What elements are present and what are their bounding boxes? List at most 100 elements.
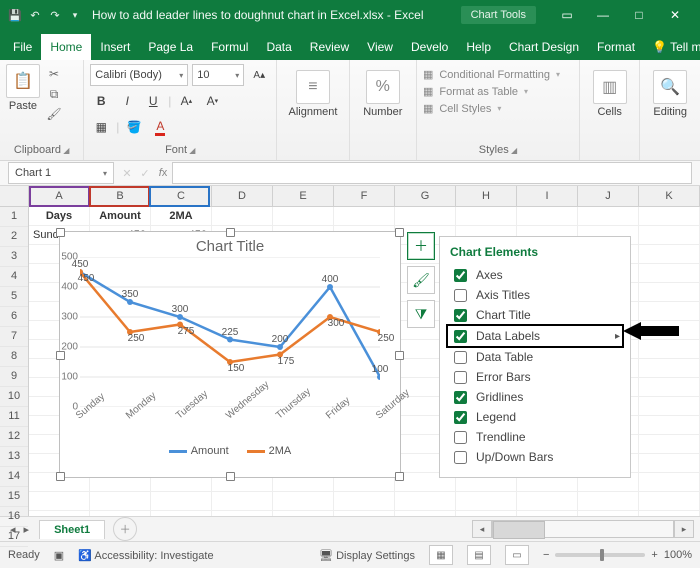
format-painter-icon[interactable]: 🖌 [46,106,62,122]
undo-icon[interactable]: ↶ [28,8,42,22]
chart-filters-button[interactable]: ⧩ [407,300,435,328]
row-header[interactable]: 11 [0,407,28,427]
row-header[interactable]: 16 [0,507,28,527]
chart-element-option[interactable]: Up/Down Bars [450,447,620,467]
chart-element-checkbox[interactable] [454,371,467,384]
column-header[interactable]: A [29,186,90,206]
chart-element-checkbox[interactable] [454,451,467,464]
zoom-control[interactable]: − + 100% [543,549,692,561]
alignment-icon[interactable]: ≡ [296,70,330,104]
chart-element-option[interactable]: Gridlines [450,387,620,407]
qat-more-icon[interactable]: ▾ [68,8,82,22]
row-header[interactable]: 5 [0,287,28,307]
zoom-in-icon[interactable]: + [651,549,657,561]
tab-formulas[interactable]: Formul [202,34,257,60]
tell-me[interactable]: 💡 Tell me [644,34,700,60]
cells-icon[interactable]: ▥ [593,70,627,104]
chart-element-checkbox[interactable] [454,431,467,444]
tab-insert[interactable]: Insert [91,34,139,60]
page-layout-view-icon[interactable]: ▤ [467,545,491,565]
scroll-right-icon[interactable]: ▸ [674,520,694,538]
resize-handle[interactable] [56,472,65,481]
chart-plot-area[interactable]: 0100200300400500 SundayMondayTuesdayWedn… [80,257,380,407]
normal-view-icon[interactable]: ▦ [429,545,453,565]
sheet-tab-sheet1[interactable]: Sheet1 [39,520,105,539]
column-header[interactable]: B [90,186,151,206]
row-header[interactable]: 2 [0,227,28,247]
row-header[interactable]: 9 [0,367,28,387]
row-header[interactable]: 14 [0,467,28,487]
row-header[interactable]: 6 [0,307,28,327]
chart-element-checkbox[interactable] [454,391,467,404]
tab-file[interactable]: File [4,34,41,60]
zoom-slider[interactable] [555,553,645,557]
row-header[interactable]: 12 [0,427,28,447]
tab-format[interactable]: Format [588,34,644,60]
conditional-formatting-button[interactable]: ▦Conditional Formatting▾ [423,68,573,81]
submenu-caret-icon[interactable]: ▸ [615,331,620,342]
redo-icon[interactable]: ↷ [48,8,62,22]
horizontal-scrollbar[interactable]: ◂ ▸ [472,520,700,538]
maximize-button[interactable]: □ [622,3,656,27]
chart-element-option[interactable]: Axis Titles [450,285,620,305]
scroll-left-icon[interactable]: ◂ [472,520,492,538]
tab-review[interactable]: Review [301,34,358,60]
accessibility-button[interactable]: ♿ Accessibility: Investigate [78,549,213,562]
italic-button[interactable]: I [116,90,138,112]
font-family-combo[interactable]: Calibri (Body)▾ [90,64,188,86]
zoom-out-icon[interactable]: − [543,549,549,561]
font-size-combo[interactable]: 10▾ [192,64,244,86]
resize-handle[interactable] [395,351,404,360]
tab-data[interactable]: Data [257,34,300,60]
copy-icon[interactable]: ⧉ [46,86,62,102]
column-header[interactable]: I [517,186,578,206]
minimize-button[interactable]: — [586,3,620,27]
paste-icon[interactable]: 📋 [6,64,40,98]
cancel-formula-icon[interactable]: ✕ [118,167,136,180]
enter-formula-icon[interactable]: ✓ [136,167,154,180]
row-header[interactable]: 3 [0,247,28,267]
chart-element-option[interactable]: Data Labels▸ [446,324,624,348]
resize-handle[interactable] [226,472,235,481]
group-font[interactable]: Font [90,142,270,158]
font-color-icon[interactable]: A [149,116,171,138]
select-all-triangle[interactable] [0,186,28,207]
increase-font-size-icon[interactable]: A▴ [175,90,197,112]
scroll-thumb[interactable] [493,521,545,539]
embedded-chart[interactable]: Chart Title 0100200300400500 SundayMonda… [59,231,401,478]
autosave-icon[interactable]: 💾 [8,8,22,22]
chart-elements-button[interactable]: ＋ [407,232,435,260]
cut-icon[interactable]: ✂ [46,66,62,82]
decrease-font-size-icon[interactable]: A▾ [201,90,223,112]
row-header[interactable]: 7 [0,327,28,347]
group-styles[interactable]: Styles [423,142,573,158]
chart-element-checkbox[interactable] [454,351,467,364]
format-as-table-button[interactable]: ▦Format as Table▾ [423,85,573,98]
editing-icon[interactable]: 🔍 [653,70,687,104]
column-header[interactable]: D [212,186,273,206]
underline-button[interactable]: U [142,90,164,112]
tab-developer[interactable]: Develo [402,34,457,60]
increase-font-icon[interactable]: A▴ [248,64,270,86]
tab-chart-design[interactable]: Chart Design [500,34,588,60]
row-header[interactable]: 13 [0,447,28,467]
borders-icon[interactable]: ▦ [90,116,112,138]
number-format-icon[interactable]: % [366,70,400,104]
ribbon-display-options-icon[interactable]: ▭ [550,3,584,27]
column-header[interactable]: H [456,186,517,206]
chart-element-checkbox[interactable] [454,330,467,343]
column-header[interactable]: F [334,186,395,206]
row-header[interactable]: 17 [0,527,28,547]
chart-element-option[interactable]: Chart Title [450,305,620,325]
chart-element-option[interactable]: Error Bars [450,367,620,387]
tab-home[interactable]: Home [41,34,91,60]
tab-view[interactable]: View [358,34,402,60]
zoom-level[interactable]: 100% [664,549,692,561]
column-header[interactable]: C [151,186,212,206]
tab-page-layout[interactable]: Page La [139,34,202,60]
bold-button[interactable]: B [90,90,112,112]
chart-legend[interactable]: Amount 2MA [60,445,400,457]
chart-styles-button[interactable]: 🖌 [407,266,435,294]
fx-icon[interactable]: fx [154,167,172,179]
group-clipboard[interactable]: Clipboard [6,142,77,158]
